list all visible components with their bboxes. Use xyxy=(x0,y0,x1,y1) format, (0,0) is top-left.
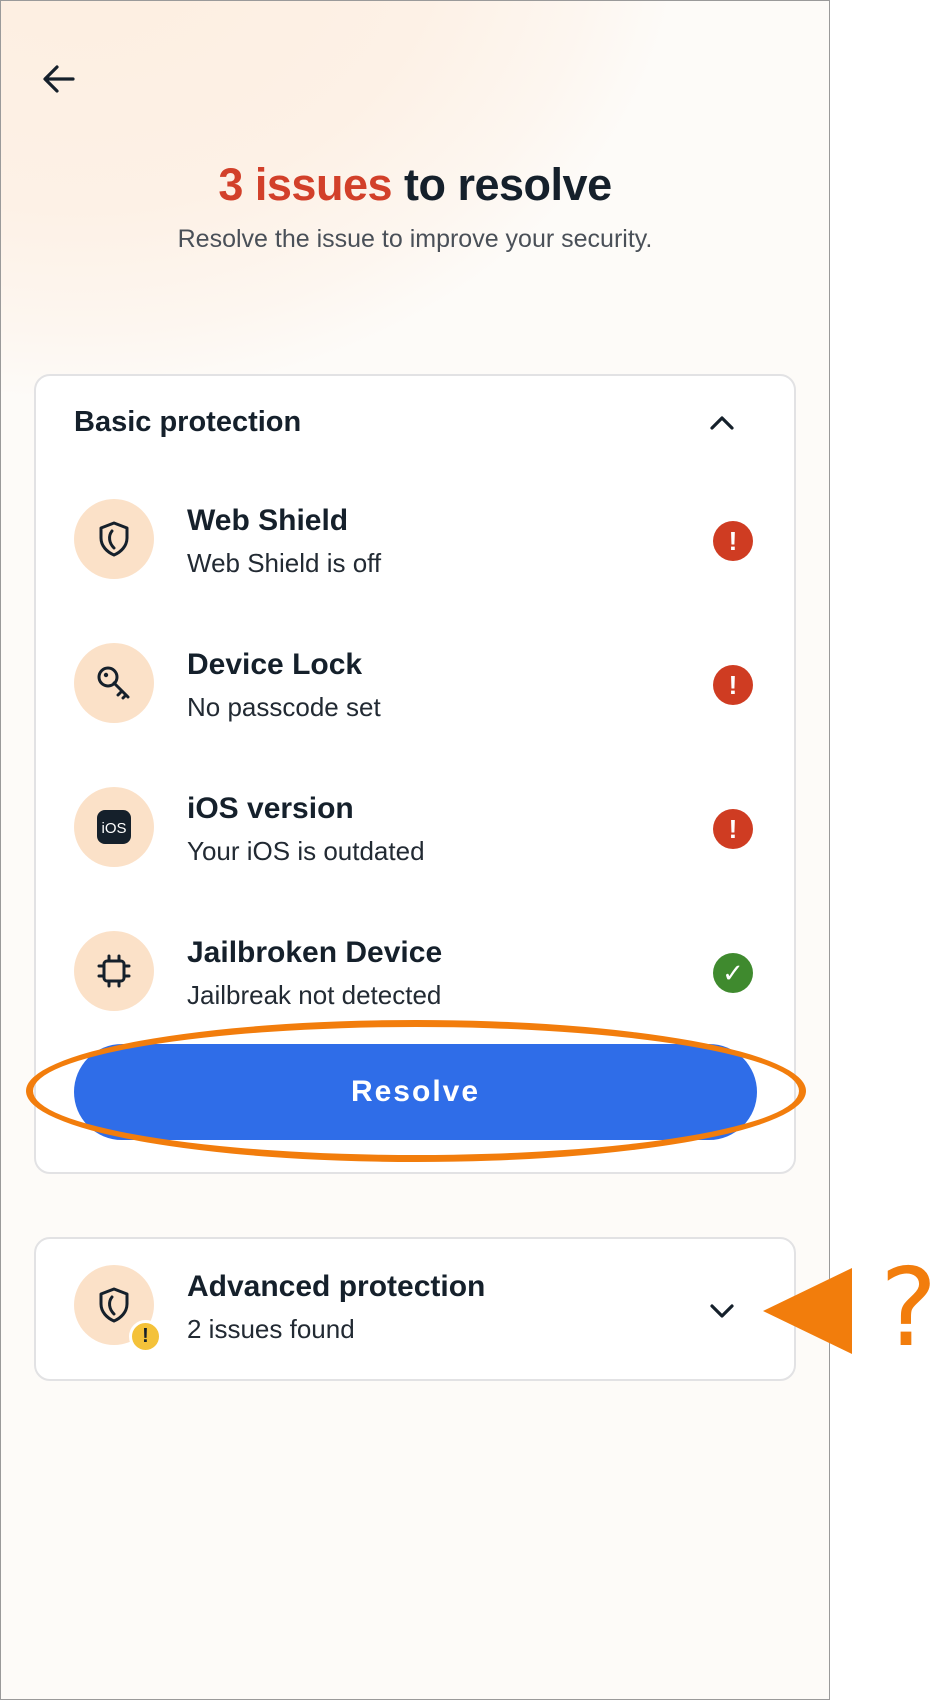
jailbroken-icon-wrap xyxy=(74,931,154,1011)
svg-text:iOS: iOS xyxy=(101,820,126,837)
status-glyph: ✓ xyxy=(722,958,744,988)
list-item-web-shield[interactable]: Web Shield Web Shield is off ! xyxy=(36,499,794,609)
pointer-arrow-icon xyxy=(763,1268,852,1354)
collapse-basic-button[interactable] xyxy=(702,403,742,443)
chevron-up-icon xyxy=(710,416,734,430)
chevron-down-icon xyxy=(710,1304,734,1318)
status-glyph: ! xyxy=(728,814,738,844)
advanced-protection-card[interactable]: ! Advanced protection 2 issues found xyxy=(34,1237,796,1381)
status-glyph: ! xyxy=(728,670,738,700)
question-mark-icon: ? xyxy=(880,1246,938,1371)
basic-protection-title: Basic protection xyxy=(74,406,302,438)
shield-icon xyxy=(99,521,129,557)
advanced-icon-wrap: ! xyxy=(74,1265,162,1353)
advanced-protection-subtitle: 2 issues found xyxy=(187,1314,355,1344)
page-subtitle: Resolve the issue to improve your securi… xyxy=(177,225,653,253)
ios-version-icon-wrap: iOS xyxy=(74,787,154,867)
page-title: 3 issues to resolve xyxy=(1,159,829,211)
item-title: Device Lock xyxy=(187,648,363,681)
chip-icon xyxy=(97,954,131,988)
expand-advanced-button[interactable] xyxy=(702,1291,742,1331)
shield-icon xyxy=(99,1287,129,1323)
advanced-protection-title: Advanced protection xyxy=(187,1270,486,1303)
item-subtitle: Jailbreak not detected xyxy=(187,980,442,1010)
basic-protection-card: Basic protection Web Shield Web Shield i… xyxy=(34,374,796,1174)
error-icon: ! xyxy=(713,809,753,849)
device-lock-icon-wrap xyxy=(74,643,154,723)
key-icon xyxy=(97,666,130,700)
error-icon: ! xyxy=(713,521,753,561)
item-subtitle: No passcode set xyxy=(187,692,381,722)
item-subtitle: Web Shield is off xyxy=(187,548,382,578)
arrow-left-icon xyxy=(43,65,75,93)
app-screen: 3 issues to resolve Resolve the issue to… xyxy=(0,0,830,1700)
title-text: to resolve xyxy=(392,159,612,210)
item-title: Jailbroken Device xyxy=(187,936,443,969)
resolve-button[interactable]: Resolve xyxy=(74,1044,757,1140)
back-button[interactable] xyxy=(39,59,79,99)
web-shield-icon-wrap xyxy=(74,499,154,579)
advanced-protection-row[interactable]: ! Advanced protection 2 issues found xyxy=(36,1265,794,1375)
list-item-device-lock[interactable]: Device Lock No passcode set ! xyxy=(36,643,794,753)
list-item-ios-version[interactable]: iOS iOS version Your iOS is outdated ! xyxy=(36,787,794,897)
item-title: iOS version xyxy=(187,792,354,825)
item-title: Web Shield xyxy=(187,504,349,537)
warning-badge-icon: ! xyxy=(129,1320,162,1353)
item-subtitle: Your iOS is outdated xyxy=(187,836,425,866)
ios-icon: iOS xyxy=(97,810,131,844)
error-icon: ! xyxy=(713,665,753,705)
check-icon: ✓ xyxy=(713,953,753,993)
status-glyph: ! xyxy=(728,526,738,556)
issue-count: 3 issues xyxy=(218,159,393,210)
list-item-jailbroken-device[interactable]: Jailbroken Device Jailbreak not detected… xyxy=(36,931,794,1041)
